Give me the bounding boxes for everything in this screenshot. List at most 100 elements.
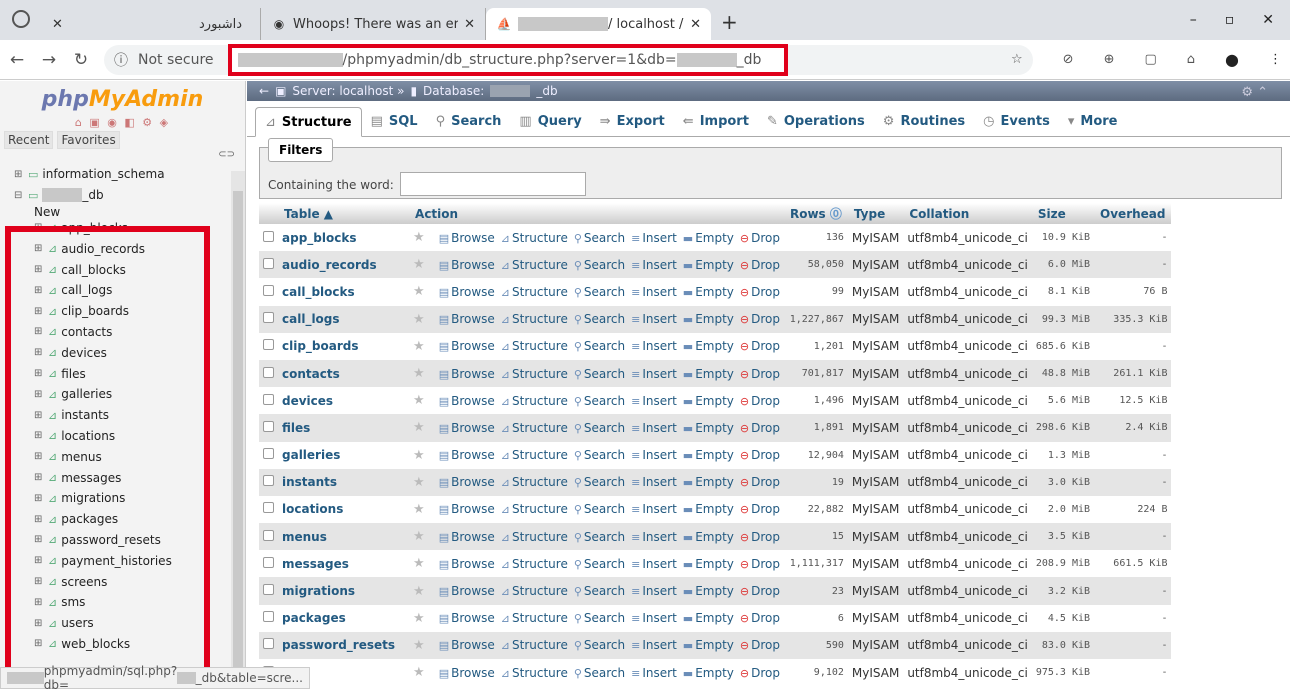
empty-link[interactable]: Empty: [695, 421, 734, 435]
drop-link[interactable]: Drop: [751, 367, 780, 381]
search-link[interactable]: Search: [584, 394, 625, 408]
settings-icon[interactable]: ⚙ ⌃: [1241, 85, 1268, 100]
favorites-tab[interactable]: Favorites: [57, 131, 119, 149]
insert-link[interactable]: Insert: [642, 421, 676, 435]
row-checkbox[interactable]: [259, 387, 278, 414]
sidebar-scrollbar[interactable]: [231, 171, 245, 681]
empty-link[interactable]: Empty: [695, 475, 734, 489]
insert-link[interactable]: Insert: [642, 285, 676, 299]
insert-link[interactable]: Insert: [642, 502, 676, 516]
empty-link[interactable]: Empty: [695, 557, 734, 571]
account-icon[interactable]: ●: [1225, 50, 1239, 69]
expand-icon[interactable]: ⊞: [34, 243, 46, 254]
favorite-star-icon[interactable]: ★: [409, 605, 429, 632]
tab-routines[interactable]: ⚙Routines: [874, 106, 974, 136]
omnibox[interactable]: ⓘ Not secure /phpmyadmin/db_structure.ph…: [104, 45, 1033, 75]
empty-link[interactable]: Empty: [695, 312, 734, 326]
tab-events[interactable]: ◷Events: [974, 106, 1059, 136]
tab-sql[interactable]: ▤SQL: [362, 106, 427, 136]
tree-db-schema[interactable]: ⊞▭information_schema: [0, 164, 245, 185]
browse-link[interactable]: Browse: [451, 502, 495, 516]
row-checkbox[interactable]: [259, 306, 278, 333]
insert-link[interactable]: Insert: [642, 448, 676, 462]
browse-link[interactable]: Browse: [451, 638, 495, 652]
header-size[interactable]: Size: [1032, 203, 1094, 224]
structure-link[interactable]: Structure: [512, 258, 568, 272]
sidebar-table-item[interactable]: ⊞⊿audio_records: [0, 238, 245, 259]
search-link[interactable]: Search: [584, 448, 625, 462]
structure-link[interactable]: Structure: [512, 285, 568, 299]
header-rows[interactable]: Rows ⓪: [784, 203, 848, 224]
sidebar-table-item[interactable]: ⊞⊿app_blocks: [0, 218, 245, 239]
favorite-star-icon[interactable]: ★: [409, 659, 429, 686]
sidebar-table-item[interactable]: ⊞⊿payment_histories: [0, 550, 245, 571]
row-checkbox[interactable]: [259, 550, 278, 577]
expand-icon[interactable]: ⊞: [34, 638, 46, 649]
structure-link[interactable]: Structure: [512, 312, 568, 326]
browser-tab-phpmyadmin[interactable]: ⛵ / localhost / s ✕: [486, 8, 711, 40]
row-checkbox[interactable]: [259, 496, 278, 523]
table-name-link[interactable]: app_blocks: [278, 224, 409, 251]
table-name-link[interactable]: call_logs: [278, 306, 409, 333]
empty-link[interactable]: Empty: [695, 666, 734, 680]
insert-link[interactable]: Insert: [642, 666, 676, 680]
favorite-star-icon[interactable]: ★: [409, 360, 429, 387]
empty-link[interactable]: Empty: [695, 584, 734, 598]
sidebar-table-item[interactable]: ⊞⊿migrations: [0, 488, 245, 509]
row-checkbox[interactable]: [259, 224, 278, 251]
table-name-link[interactable]: messages: [278, 550, 409, 577]
structure-link[interactable]: Structure: [512, 231, 568, 245]
row-checkbox[interactable]: [259, 469, 278, 496]
expand-icon[interactable]: ⊞: [34, 264, 46, 275]
insert-link[interactable]: Insert: [642, 475, 676, 489]
back-icon[interactable]: ←: [8, 50, 26, 70]
extension-icon[interactable]: ⊕: [1104, 52, 1115, 67]
expand-icon[interactable]: ⊞: [34, 368, 46, 379]
search-link[interactable]: Search: [584, 502, 625, 516]
sidebar-table-item[interactable]: ⊞⊿screens: [0, 571, 245, 592]
drop-link[interactable]: Drop: [751, 394, 780, 408]
header-type[interactable]: Type: [848, 203, 903, 224]
favorite-star-icon[interactable]: ★: [409, 278, 429, 305]
expand-icon[interactable]: ⊞: [34, 534, 46, 545]
browse-link[interactable]: Browse: [451, 530, 495, 544]
favorite-star-icon[interactable]: ★: [409, 577, 429, 604]
extension-icon[interactable]: ▢: [1144, 52, 1156, 67]
table-name-link[interactable]: devices: [278, 387, 409, 414]
search-link[interactable]: Search: [584, 285, 625, 299]
structure-link[interactable]: Structure: [512, 502, 568, 516]
favorite-star-icon[interactable]: ★: [409, 387, 429, 414]
insert-link[interactable]: Insert: [642, 638, 676, 652]
insert-link[interactable]: Insert: [642, 530, 676, 544]
expand-icon[interactable]: ⊞: [34, 347, 46, 358]
empty-link[interactable]: Empty: [695, 285, 734, 299]
close-tab-icon[interactable]: ✕: [464, 17, 475, 32]
sidebar-table-item[interactable]: ⊞⊿instants: [0, 405, 245, 426]
browse-link[interactable]: Browse: [451, 367, 495, 381]
browse-link[interactable]: Browse: [451, 339, 495, 353]
structure-link[interactable]: Structure: [512, 367, 568, 381]
sidebar-table-item[interactable]: ⊞⊿web_blocks: [0, 634, 245, 655]
browse-link[interactable]: Browse: [451, 285, 495, 299]
tree-new[interactable]: New: [0, 206, 245, 218]
table-name-link[interactable]: menus: [278, 523, 409, 550]
search-link[interactable]: Search: [584, 584, 625, 598]
table-name-link[interactable]: contacts: [278, 360, 409, 387]
structure-link[interactable]: Structure: [512, 394, 568, 408]
empty-link[interactable]: Empty: [695, 502, 734, 516]
insert-link[interactable]: Insert: [642, 394, 676, 408]
filter-input[interactable]: [400, 172, 586, 196]
drop-link[interactable]: Drop: [751, 638, 780, 652]
drop-link[interactable]: Drop: [751, 584, 780, 598]
empty-link[interactable]: Empty: [695, 448, 734, 462]
favorite-star-icon[interactable]: ★: [409, 550, 429, 577]
favorite-star-icon[interactable]: ★: [409, 523, 429, 550]
expand-icon[interactable]: ⊞: [34, 493, 46, 504]
expand-icon[interactable]: ⊞: [34, 326, 46, 337]
empty-link[interactable]: Empty: [695, 611, 734, 625]
sidebar-table-item[interactable]: ⊞⊿files: [0, 363, 245, 384]
drop-link[interactable]: Drop: [751, 258, 780, 272]
structure-link[interactable]: Structure: [512, 339, 568, 353]
expand-icon[interactable]: ⊞: [34, 555, 46, 566]
insert-link[interactable]: Insert: [642, 367, 676, 381]
